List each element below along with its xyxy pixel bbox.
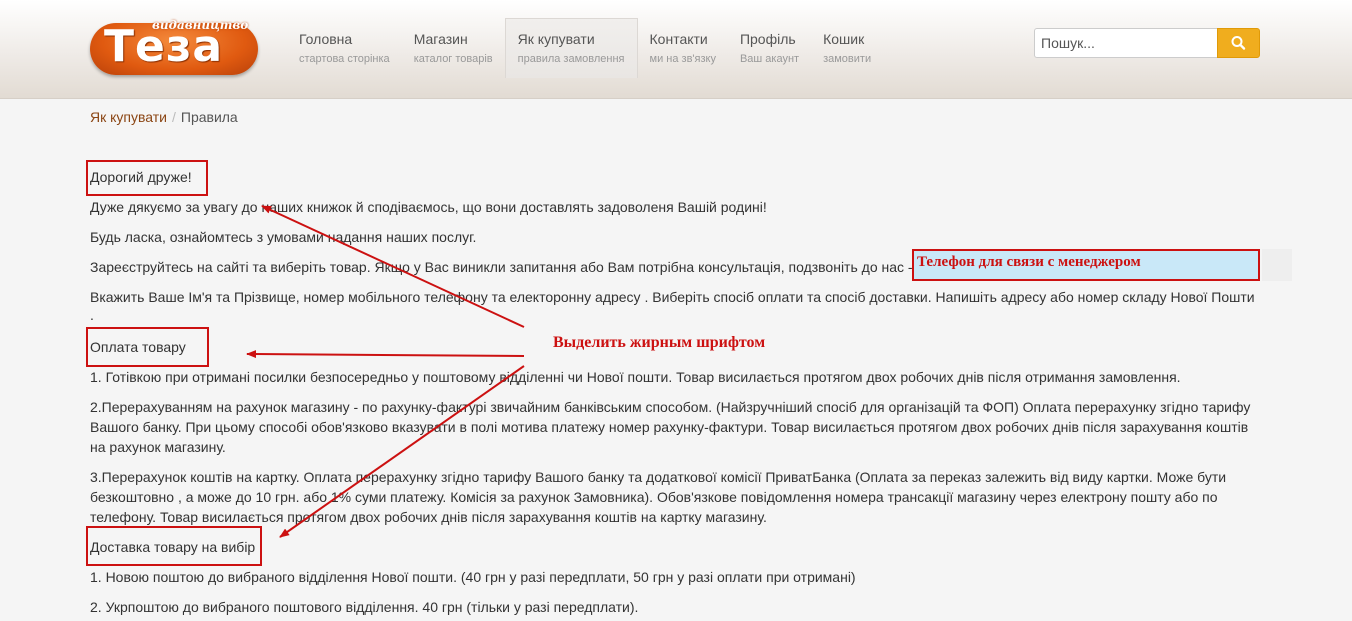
annotation-arrows: [246, 205, 525, 538]
arrow-to-greeting: [261, 205, 525, 328]
arrow-to-delivery: [279, 365, 525, 538]
arrow-to-payment: [246, 350, 525, 359]
